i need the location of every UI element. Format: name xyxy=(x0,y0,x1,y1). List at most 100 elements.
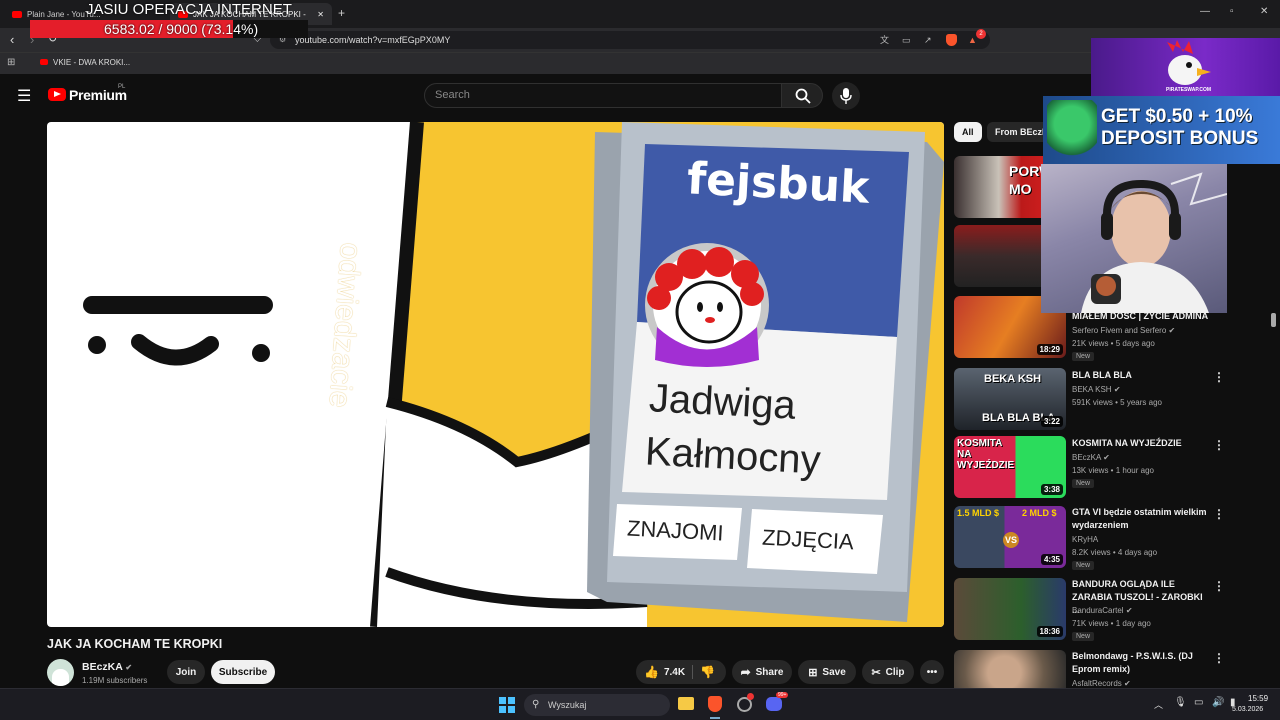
thumbnail-text: 1.5 MLD $ xyxy=(957,508,1000,518)
recommendation-meta: 591K views • 5 years ago xyxy=(1072,398,1162,407)
thumbnail-text: 2 MLD $ xyxy=(1022,508,1057,518)
cast-icon[interactable]: ▭ xyxy=(902,31,911,49)
join-button[interactable]: Join xyxy=(167,660,205,684)
brave-shield-icon[interactable] xyxy=(946,34,957,46)
recommendation-title[interactable]: GTA VI będzie ostatnim wielkim wydarzeni… xyxy=(1072,506,1212,532)
chip-all[interactable]: All xyxy=(954,122,982,142)
recommendation-thumbnail[interactable]: KOSMITA NA WYJEŹDZIE 3:38 xyxy=(954,436,1066,498)
recommendation-thumbnail[interactable]: 18:36 xyxy=(954,578,1066,640)
microphone-tray-icon[interactable]: 🎙 xyxy=(1174,697,1187,708)
search-input[interactable]: Search xyxy=(424,83,782,108)
recommendation-channel[interactable]: AsfaltRecords xyxy=(1072,679,1122,688)
recommendation-channel[interactable]: BanduraCartel xyxy=(1072,606,1124,615)
webcam-scene xyxy=(1081,172,1227,313)
channel-avatar[interactable] xyxy=(47,659,74,686)
windows-taskbar: ⚲ Wyszukaj 99+ ︿ 🎙 ▭ 🔊 ▮ 15:59 5.03.2026 xyxy=(0,688,1280,720)
channel-name-row: BEczKA ✔ xyxy=(82,661,132,673)
frame-zdjecia-label: ZDJĘCIA xyxy=(761,524,855,555)
channel-name[interactable]: BEczKA xyxy=(82,661,122,673)
close-window-icon[interactable]: ✕ xyxy=(1260,6,1268,17)
rooster-mascot-icon xyxy=(1167,40,1211,85)
network-icon[interactable]: ▭ xyxy=(1194,697,1203,708)
recommendation-thumbnail[interactable]: 1.5 MLD $ 2 MLD $ VS 4:35 xyxy=(954,506,1066,568)
goblin-mascot-icon xyxy=(1047,100,1097,160)
verified-badge-icon: ✔ xyxy=(1125,606,1133,615)
save-icon: ⊞ xyxy=(808,666,818,679)
more-options-icon[interactable]: ⋮ xyxy=(1213,370,1225,384)
recommendation-meta: 71K views • 1 day ago xyxy=(1072,619,1151,628)
tab-close-icon[interactable]: ✕ xyxy=(317,10,324,19)
like-icon[interactable]: 👍 xyxy=(644,665,659,679)
clock-date[interactable]: 5.03.2026 xyxy=(1232,706,1263,713)
translate-icon[interactable]: 文 xyxy=(880,31,889,49)
verified-badge-icon: ✔ xyxy=(1124,679,1131,688)
discord-badge: 99+ xyxy=(776,692,789,698)
frame-fejsbuk-title: fejsbuk xyxy=(685,153,871,214)
voice-search-button[interactable] xyxy=(832,82,860,110)
search-button[interactable] xyxy=(781,83,823,108)
clip-button[interactable]: ✂ Clip xyxy=(862,660,914,684)
recommendation-channel-row: BanduraCartel ✔ xyxy=(1072,606,1133,615)
back-icon[interactable]: ‹ xyxy=(10,32,14,47)
tray-chevron-icon[interactable]: ︿ xyxy=(1154,698,1163,711)
hamburger-menu-icon[interactable]: ☰ xyxy=(17,86,31,106)
url-field[interactable]: ⚙ youtube.com/watch?v=mxfEGpPX0MY 文 ▭ ↗ … xyxy=(270,29,990,49)
sponsor-banner-top: PIRATESWAP.COM xyxy=(1091,38,1280,96)
taskbar-search-placeholder: Wyszukaj xyxy=(548,700,587,710)
like-count[interactable]: 7.4K xyxy=(664,667,685,678)
clip-label: Clip xyxy=(885,666,905,678)
video-player[interactable]: fejsbuk Jadwiga Kałmocny ZNAJOMI ZDJĘCIA… xyxy=(47,122,944,627)
share-page-icon[interactable]: ↗ xyxy=(924,31,932,49)
file-explorer-icon[interactable] xyxy=(678,697,694,710)
recommendation-title[interactable]: Belmondawg - P.S.W.I.S. (DJ Eprom remix) xyxy=(1072,650,1212,676)
subscribe-button[interactable]: Subscribe xyxy=(211,660,275,684)
verified-badge-icon: ✔ xyxy=(1113,385,1121,394)
save-label: Save xyxy=(822,666,846,678)
bookmark-link[interactable]: VKIE - DWA KROKI... xyxy=(53,58,130,67)
minimize-icon[interactable]: — xyxy=(1200,6,1210,17)
more-options-icon[interactable]: ⋮ xyxy=(1213,507,1225,521)
share-button[interactable]: ➦ Share xyxy=(732,660,792,684)
recommendation-channel[interactable]: KRyHA xyxy=(1072,535,1098,544)
subscriber-count: 1.19M subscribers xyxy=(82,676,148,685)
new-badge: New xyxy=(1072,352,1095,361)
notification-dot xyxy=(747,693,754,700)
recommendation-channel[interactable]: BEczKA xyxy=(1072,453,1101,462)
taskbar-search-input[interactable]: ⚲ Wyszukaj xyxy=(524,694,670,716)
discord-icon[interactable] xyxy=(766,697,782,711)
more-options-icon[interactable]: ⋮ xyxy=(1213,579,1225,593)
region-label: PL xyxy=(118,84,126,90)
windows-start-icon[interactable] xyxy=(499,697,515,713)
recommendation-title[interactable]: BLA BLA BLA xyxy=(1072,369,1212,382)
volume-icon[interactable]: 🔊 xyxy=(1212,697,1224,708)
maximize-icon[interactable]: ▫ xyxy=(1230,6,1234,17)
youtube-favicon-icon xyxy=(12,10,22,18)
active-app-indicator xyxy=(710,717,720,719)
more-actions-button[interactable]: ••• xyxy=(920,660,944,684)
recommendation-meta: 13K views • 1 hour ago xyxy=(1072,466,1154,475)
search-icon xyxy=(795,88,811,104)
more-icon: ••• xyxy=(926,666,938,678)
recommendation-channel-row: BEKA KSH ✔ xyxy=(1072,385,1121,394)
recommendation-title[interactable]: KOSMITA NA WYJEŹDZIE xyxy=(1072,437,1212,450)
save-button[interactable]: ⊞ Save xyxy=(798,660,856,684)
new-tab-icon[interactable]: + xyxy=(338,6,345,20)
recommendation-thumbnail[interactable] xyxy=(954,650,1066,688)
video-title: JAK JA KOCHAM TE KROPKI xyxy=(47,637,223,651)
dislike-icon[interactable]: 👎 xyxy=(700,665,715,679)
url-text: youtube.com/watch?v=mxfEGpPX0MY xyxy=(295,35,451,45)
streamer-webcam xyxy=(1041,164,1227,313)
brave-browser-icon[interactable] xyxy=(708,696,722,712)
sidebar-scrollbar[interactable] xyxy=(1271,313,1276,327)
recommendation-meta: 21K views • 5 days ago xyxy=(1072,339,1155,348)
thumbnail-vs-text: VS xyxy=(1003,532,1019,548)
apps-grid-icon[interactable]: ⊞ xyxy=(7,57,15,68)
recommendation-channel[interactable]: Serfero Fivem and Serfero xyxy=(1072,326,1166,335)
recommendation-thumbnail[interactable]: BEKA KSH BLA BLA BLA 3:22 xyxy=(954,368,1066,430)
more-options-icon[interactable]: ⋮ xyxy=(1213,438,1225,452)
youtube-logo-icon[interactable] xyxy=(48,88,66,101)
clip-icon: ✂ xyxy=(871,666,881,679)
clock-time[interactable]: 15:59 xyxy=(1248,694,1268,703)
recommendation-channel[interactable]: BEKA KSH xyxy=(1072,385,1112,394)
more-options-icon[interactable]: ⋮ xyxy=(1213,651,1225,665)
